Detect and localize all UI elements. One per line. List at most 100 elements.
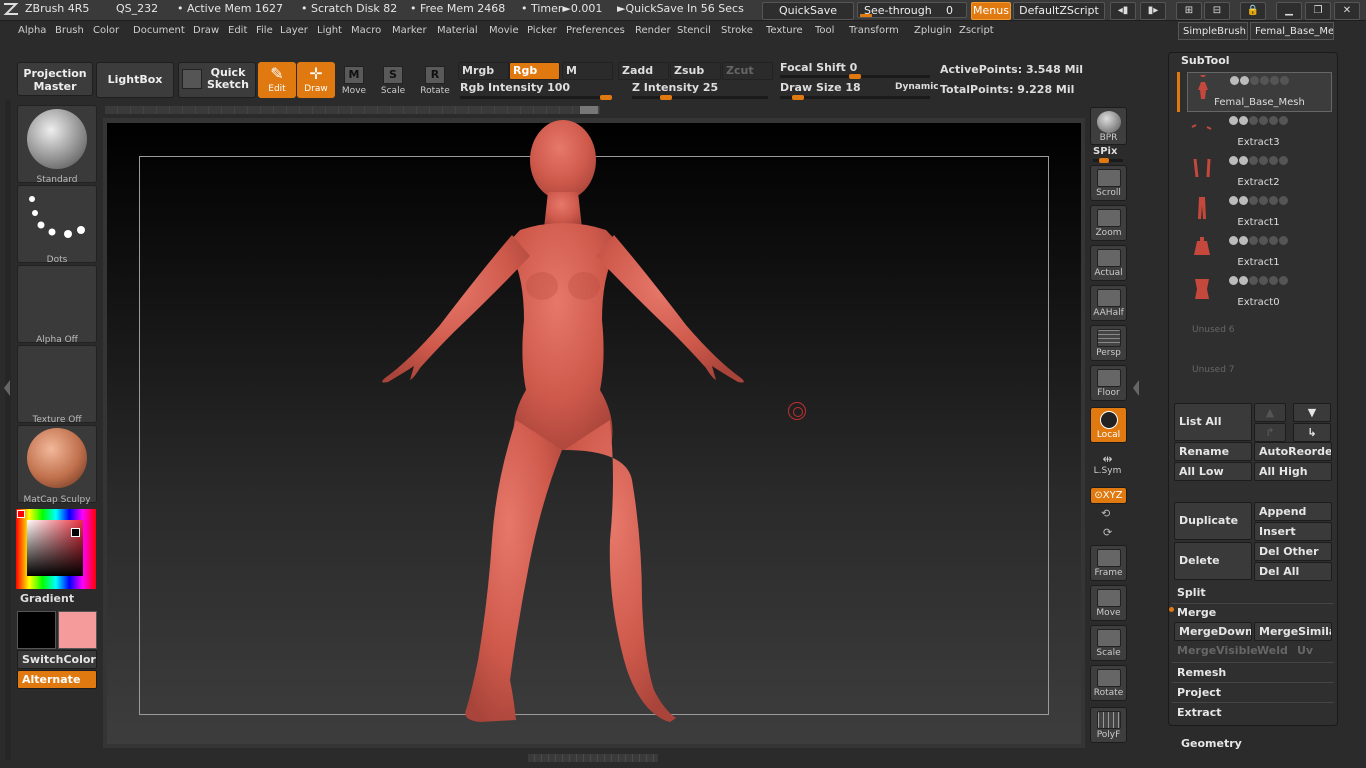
female-base-mesh-model[interactable] — [370, 120, 810, 730]
subtool-item-extract3[interactable]: Extract3 — [1187, 113, 1330, 151]
gradient-label[interactable]: Gradient — [20, 592, 74, 605]
minimize-icon[interactable]: ▁ — [1276, 2, 1302, 20]
default-zscript-button[interactable]: DefaultZScript — [1013, 2, 1105, 20]
duplicate-button[interactable]: Duplicate — [1174, 502, 1252, 540]
bpr-button[interactable]: BPR — [1090, 107, 1127, 145]
merge-section[interactable]: Merge — [1177, 606, 1216, 619]
project-section[interactable]: Project — [1177, 686, 1221, 699]
zoom-button[interactable]: Zoom — [1090, 205, 1127, 241]
menu-brush[interactable]: Brush — [55, 25, 84, 36]
alternate-button[interactable]: Alternate — [17, 670, 97, 689]
zsub-button[interactable]: Zsub — [670, 62, 721, 80]
menu-render[interactable]: Render — [635, 25, 671, 36]
menu-zscript[interactable]: Zscript — [959, 25, 994, 36]
draw-mode-button[interactable]: ✛ Draw — [297, 62, 335, 98]
scroll-button[interactable]: Scroll — [1090, 165, 1127, 201]
stroke-dots-button[interactable]: Dots — [17, 185, 97, 265]
menu-stroke[interactable]: Stroke — [721, 25, 753, 36]
floor-button[interactable]: Floor — [1090, 365, 1127, 401]
color-picker[interactable] — [16, 509, 96, 589]
menu-zplugin[interactable]: Zplugin — [914, 25, 952, 36]
menus-button[interactable]: Menus — [971, 2, 1011, 20]
rotate-z-icon[interactable]: ⟳ — [1103, 526, 1112, 539]
append-button[interactable]: Append — [1254, 502, 1332, 521]
dynamic-button[interactable]: Dynamic — [895, 82, 939, 92]
move-mode-button[interactable]: M Move — [335, 62, 373, 98]
rgb-intensity-slider[interactable] — [460, 95, 612, 100]
subtool-scrollbar[interactable] — [1177, 72, 1180, 112]
move-up-arrow-icon[interactable]: ▲ — [1254, 403, 1286, 422]
secondary-color-swatch[interactable] — [58, 611, 97, 649]
menu-tool[interactable]: Tool — [815, 25, 834, 36]
subtool-toggles[interactable] — [1229, 235, 1329, 245]
close-icon[interactable]: ✕ — [1334, 2, 1360, 20]
alpha-off-button[interactable]: Alpha Off — [17, 265, 97, 345]
menu-color[interactable]: Color — [93, 25, 119, 36]
projection-master-button[interactable]: Projection Master — [17, 62, 93, 96]
lock-icon[interactable]: 🔒 — [1240, 2, 1266, 20]
left-tray-arrow-icon[interactable] — [4, 380, 10, 396]
rotate-view-button[interactable]: Rotate — [1090, 665, 1127, 701]
hue-handle[interactable] — [17, 510, 25, 518]
del-other-button[interactable]: Del Other — [1254, 542, 1332, 561]
main-color-swatch[interactable] — [17, 611, 56, 649]
rotate-y-icon[interactable]: ⟲ — [1101, 507, 1110, 520]
arrow-up-right-icon[interactable]: ↱ — [1254, 423, 1286, 442]
menu-texture[interactable]: Texture — [766, 25, 803, 36]
menu-transform[interactable]: Transform — [849, 25, 899, 36]
lsym-button[interactable]: ⇹ L.Sym — [1090, 452, 1125, 480]
zadd-button[interactable]: Zadd — [618, 62, 669, 80]
z-intensity-slider[interactable] — [632, 95, 768, 100]
aahalf-button[interactable]: AAHalf — [1090, 285, 1127, 321]
brush-standard-button[interactable]: Standard — [17, 105, 97, 185]
rgb-button[interactable]: Rgb — [509, 62, 560, 80]
zcut-button[interactable]: Zcut — [722, 62, 773, 80]
subtool-item-extract1[interactable]: Extract1 — [1187, 193, 1330, 231]
mergevisible-button[interactable]: MergeVisible — [1177, 644, 1258, 657]
menu-movie[interactable]: Movie — [489, 25, 519, 36]
color-picker-handle[interactable] — [71, 528, 80, 537]
weld-toggle[interactable]: Weld — [1257, 644, 1288, 657]
texture-off-button[interactable]: Texture Off — [17, 345, 97, 425]
menu-draw[interactable]: Draw — [193, 25, 219, 36]
menu-light[interactable]: Light — [317, 25, 342, 36]
move-down-arrow-icon[interactable]: ▼ — [1293, 403, 1331, 422]
extract-section[interactable]: Extract — [1177, 706, 1222, 719]
menu-marker[interactable]: Marker — [392, 25, 427, 36]
subtool-toggles[interactable] — [1230, 75, 1330, 85]
menu-document[interactable]: Document — [133, 25, 185, 36]
mergesimilar-button[interactable]: MergeSimilar — [1254, 622, 1332, 641]
remesh-section[interactable]: Remesh — [1177, 666, 1226, 679]
see-through-slider[interactable]: See-through 0 — [857, 2, 967, 18]
next-icon[interactable]: ▮▸ — [1140, 2, 1166, 20]
subtool-toggles[interactable] — [1229, 115, 1329, 125]
list-all-button[interactable]: List All — [1174, 403, 1252, 441]
subtool-title[interactable]: SubTool — [1181, 54, 1230, 67]
actual-button[interactable]: Actual — [1090, 245, 1127, 281]
menu-edit[interactable]: Edit — [228, 25, 247, 36]
scale-mode-button[interactable]: S Scale — [374, 62, 412, 98]
mrgb-button[interactable]: Mrgb — [458, 62, 509, 80]
local-button[interactable]: Local — [1090, 407, 1127, 443]
menu-preferences[interactable]: Preferences — [566, 25, 625, 36]
autoreorder-button[interactable]: AutoReorder — [1254, 442, 1332, 461]
quick-sketch-button[interactable]: Quick Sketch — [178, 62, 256, 98]
subtool-toggles[interactable] — [1229, 275, 1329, 285]
menu-file[interactable]: File — [256, 25, 273, 36]
menu-stencil[interactable]: Stencil — [677, 25, 711, 36]
menu-material[interactable]: Material — [437, 25, 478, 36]
subtool-toggles[interactable] — [1229, 195, 1329, 205]
insert-button[interactable]: Insert — [1254, 522, 1332, 541]
quicksave-button[interactable]: QuickSave — [762, 2, 854, 20]
menu-picker[interactable]: Picker — [527, 25, 557, 36]
all-high-button[interactable]: All High — [1254, 462, 1332, 481]
subtool-item-extract1-b[interactable]: Extract1 — [1187, 233, 1330, 271]
all-low-button[interactable]: All Low — [1174, 462, 1252, 481]
lightbox-button[interactable]: LightBox — [96, 62, 174, 98]
layout-icon[interactable]: ⊞ — [1176, 2, 1202, 20]
bottom-tray-handle[interactable] — [528, 754, 658, 762]
rotate-mode-button[interactable]: R Rotate — [416, 62, 454, 98]
persp-button[interactable]: Persp — [1090, 325, 1127, 361]
frame-button[interactable]: Frame — [1090, 545, 1127, 581]
menu-layer[interactable]: Layer — [280, 25, 308, 36]
